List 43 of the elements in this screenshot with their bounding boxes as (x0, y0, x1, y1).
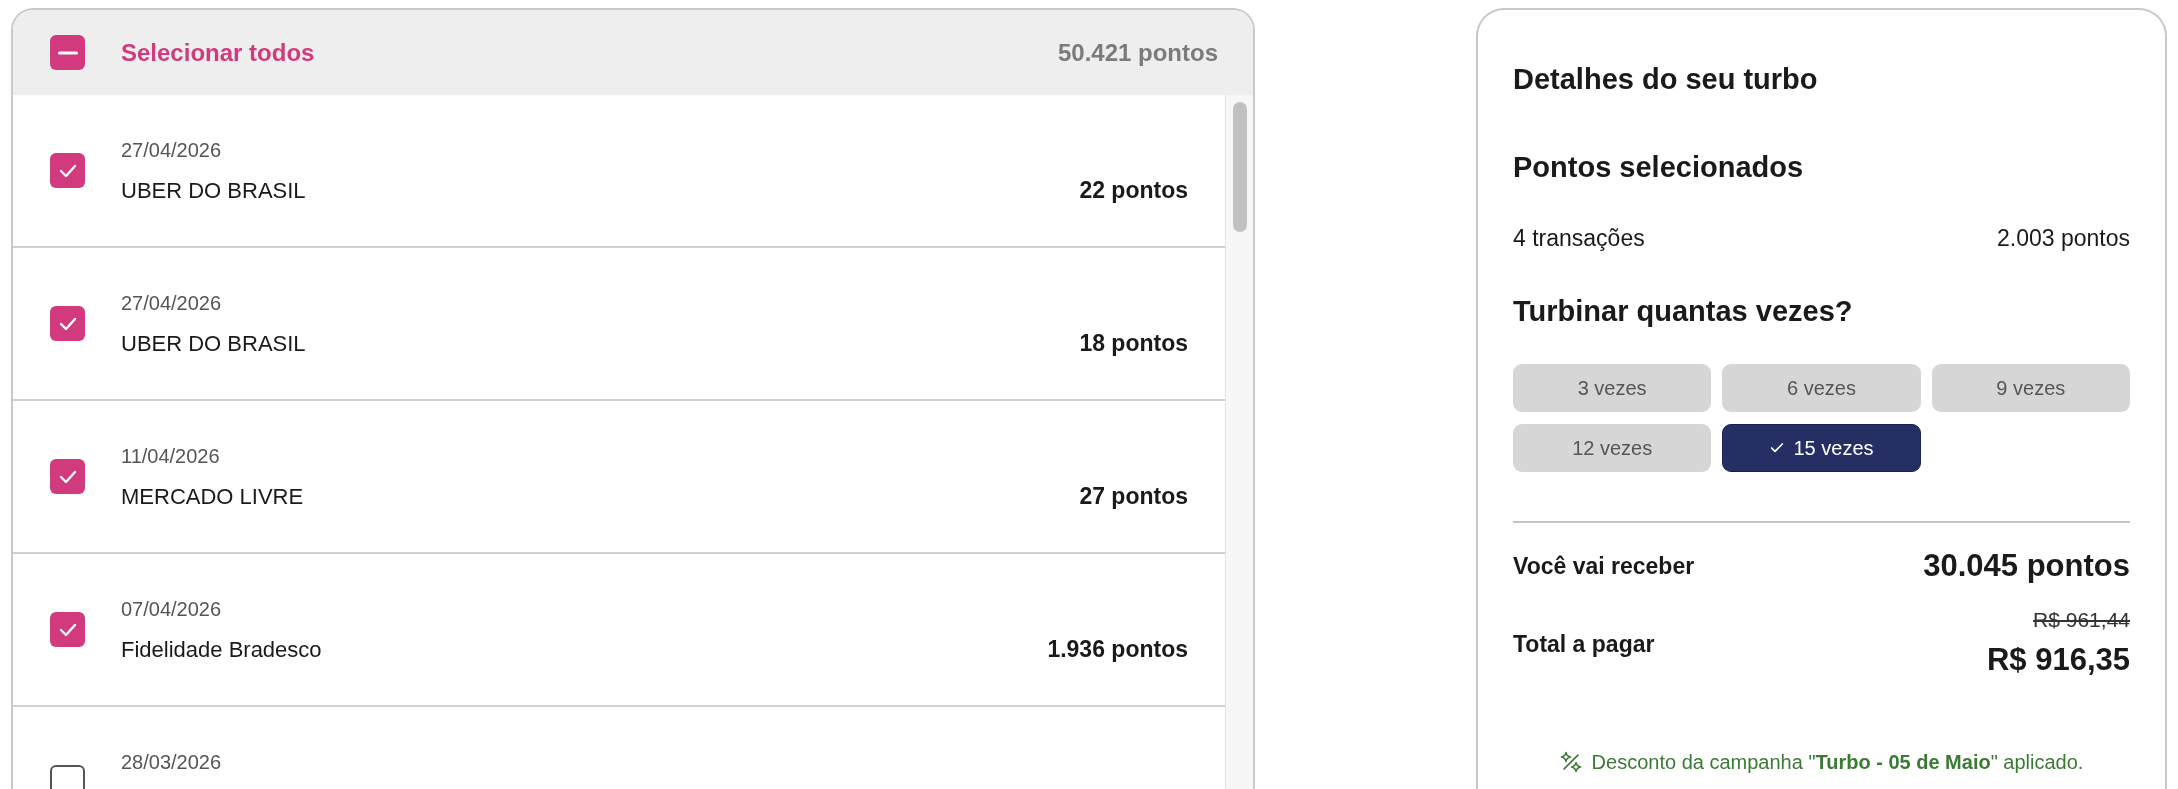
multiplier-option[interactable]: 9 vezes (1931, 364, 2130, 412)
receive-label: Você vai receber (1513, 552, 1695, 581)
total-price: R$ 916,35 (1986, 641, 2130, 679)
discount-note: Desconto da campanha "Turbo - 05 de Maio" aplicado. (1591, 750, 2084, 775)
transaction-date: 28/03/2026 (121, 750, 222, 775)
transaction-points: 18 pontos (1079, 329, 1188, 358)
transaction-points: 22 pontos (1079, 176, 1188, 205)
checkmark-icon (58, 622, 77, 637)
transaction-points: 27 pontos (1079, 482, 1188, 511)
checkmark-icon (58, 163, 77, 178)
transaction-date: 27/04/2026 (121, 291, 222, 316)
selected-points: 2.003 pontos (1997, 224, 2130, 253)
minus-icon (57, 50, 78, 55)
total-label: Total a pagar (1513, 629, 1655, 659)
multiplier-option[interactable]: 15 vezes (1722, 424, 1921, 472)
merchant-name: MERCADO LIVRE (121, 483, 304, 511)
checkbox[interactable] (50, 153, 85, 188)
transaction-date: 27/04/2026 (121, 138, 222, 163)
checkmark-icon (58, 469, 77, 484)
transaction-date: 11/04/2026 (121, 444, 220, 469)
total-points: 50.421 pontos (1057, 37, 1218, 68)
select-all-label[interactable]: Selecionar todos (121, 37, 315, 68)
transaction-count: 4 transações (1513, 224, 1645, 253)
checkbox[interactable] (50, 459, 85, 494)
scrollbar-thumb[interactable] (1232, 102, 1247, 232)
checkbox[interactable] (50, 35, 85, 70)
checkmark-icon (58, 316, 77, 331)
discount-percent-icon (1559, 751, 1582, 773)
multiplier-option[interactable]: 6 vezes (1722, 364, 1921, 412)
section-heading: Pontos selecionados (1513, 150, 1804, 185)
checkbox[interactable] (50, 306, 85, 341)
merchant-name: Fidelidade Bradesco (121, 636, 322, 664)
transaction-date: 07/04/2026 (121, 597, 222, 622)
card-title: Detalhes do seu turbo (1513, 62, 1818, 97)
multiplier-option[interactable]: 12 vezes (1513, 424, 1712, 472)
receive-points: 30.045 pontos (1923, 547, 2130, 585)
transaction-points: 1.936 pontos (1047, 635, 1188, 664)
multiplier-option[interactable]: 3 vezes (1513, 364, 1712, 412)
section-heading: Turbinar quantas vezes? (1513, 294, 1853, 329)
merchant-name: UBER DO BRASIL (121, 177, 306, 205)
checkbox[interactable] (50, 612, 85, 647)
merchant-name: UBER DO BRASIL (121, 330, 306, 358)
original-price: R$ 961,44 (2033, 607, 2130, 633)
